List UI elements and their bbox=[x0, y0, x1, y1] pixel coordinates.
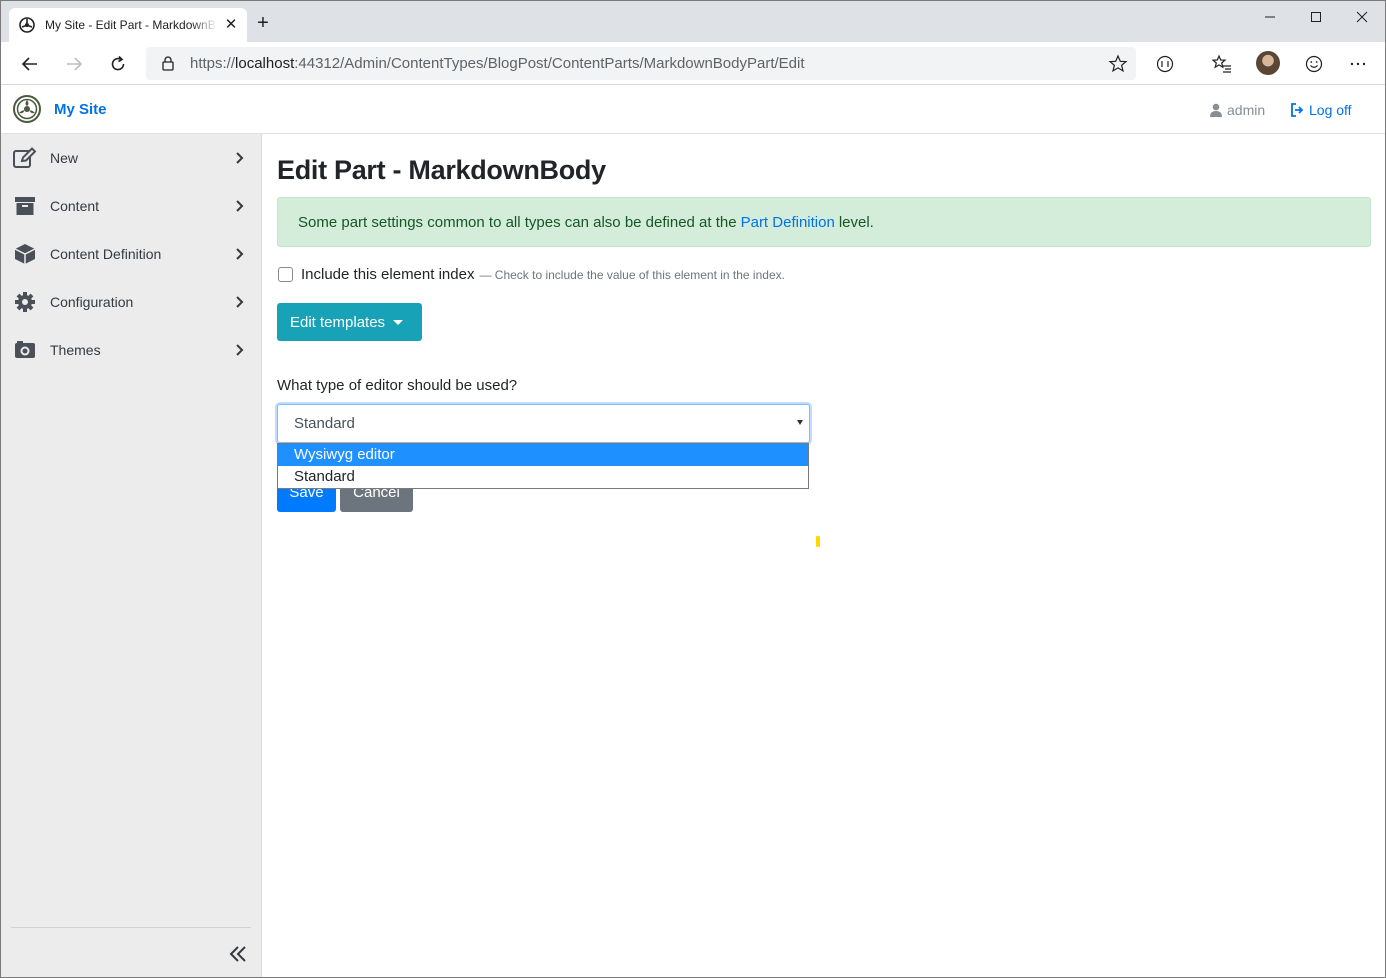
logoff-label: Log off bbox=[1309, 102, 1352, 118]
editor-type-options: Wysiwyg editor Standard bbox=[277, 443, 809, 489]
user-icon bbox=[1210, 103, 1222, 117]
reading-view-icon[interactable] bbox=[1153, 52, 1177, 76]
user-menu[interactable]: admin bbox=[1210, 102, 1265, 118]
tab-strip: My Site - Edit Part - MarkdownBody ✕ + bbox=[1, 1, 1385, 42]
close-window-icon[interactable] bbox=[1339, 1, 1385, 33]
mouse-cursor-indicator bbox=[816, 536, 820, 547]
part-definition-link[interactable]: Part Definition bbox=[741, 214, 835, 231]
window-controls bbox=[1247, 1, 1385, 33]
close-tab-icon[interactable]: ✕ bbox=[223, 17, 239, 33]
sidebar-item-label: Content bbox=[50, 198, 100, 214]
add-favorite-star-icon[interactable] bbox=[1108, 54, 1128, 74]
sidebar-item-label: Themes bbox=[50, 342, 101, 358]
sidebar-item-label: Content Definition bbox=[50, 246, 162, 262]
caret-down-icon bbox=[393, 319, 404, 325]
editor-type-select[interactable]: Standard bbox=[277, 404, 810, 443]
editor-option-standard[interactable]: Standard bbox=[278, 466, 808, 488]
forward-arrow-icon[interactable] bbox=[60, 50, 88, 78]
alert-text-suffix: level. bbox=[838, 213, 874, 231]
gear-icon bbox=[13, 290, 37, 314]
site-logo-icon[interactable] bbox=[13, 95, 41, 123]
admin-sidebar: New Content Content Definition Configura… bbox=[1, 134, 262, 977]
chevron-right-icon bbox=[234, 295, 246, 309]
alert-text-prefix: Some part settings common to all types c… bbox=[298, 213, 737, 231]
chevron-right-icon bbox=[234, 151, 246, 165]
include-index-checkbox[interactable] bbox=[278, 267, 293, 282]
sign-out-icon bbox=[1291, 103, 1304, 117]
user-name: admin bbox=[1227, 102, 1266, 118]
address-bar[interactable]: https://localhost:44312/Admin/ContentTyp… bbox=[146, 47, 1136, 80]
sidebar-item-label: Configuration bbox=[50, 294, 134, 310]
browser-window: My Site - Edit Part - MarkdownBody ✕ + h… bbox=[0, 0, 1386, 978]
cube-icon bbox=[13, 242, 37, 266]
orchard-logo-icon bbox=[19, 17, 35, 33]
chevron-right-icon bbox=[234, 343, 246, 357]
editor-type-selected-value: Standard bbox=[294, 415, 355, 432]
tab-title: My Site - Edit Part - MarkdownBody bbox=[45, 18, 217, 32]
more-options-icon[interactable] bbox=[1346, 52, 1370, 76]
logoff-link[interactable]: Log off bbox=[1290, 102, 1352, 118]
include-index-hint: — Check to include the value of this ele… bbox=[479, 267, 785, 282]
edit-templates-label: Edit templates bbox=[290, 313, 386, 331]
sidebar-divider bbox=[11, 927, 251, 928]
profile-avatar[interactable] bbox=[1256, 51, 1280, 75]
chevron-right-icon bbox=[234, 199, 246, 213]
app-navbar: My Site admin Log off bbox=[1, 85, 1385, 134]
chevron-right-icon bbox=[234, 247, 246, 261]
lock-icon[interactable] bbox=[160, 55, 176, 72]
edit-templates-button[interactable]: Edit templates bbox=[277, 303, 422, 341]
page-title: Edit Part - MarkdownBody bbox=[277, 155, 606, 185]
info-alert: Some part settings common to all types c… bbox=[277, 197, 1371, 247]
include-index-label[interactable]: Include this element index bbox=[301, 266, 474, 283]
maximize-icon[interactable] bbox=[1293, 1, 1339, 33]
favorites-icon[interactable] bbox=[1210, 52, 1234, 76]
feedback-smiley-icon[interactable] bbox=[1302, 52, 1326, 76]
sidebar-item-content[interactable]: Content bbox=[1, 182, 262, 230]
browser-toolbar: https://localhost:44312/Admin/ContentTyp… bbox=[1, 42, 1385, 85]
site-brand-name[interactable]: My Site bbox=[54, 101, 107, 118]
sidebar-item-themes[interactable]: Themes bbox=[1, 326, 262, 374]
archive-icon bbox=[13, 194, 37, 218]
sidebar-item-new[interactable]: New bbox=[1, 134, 262, 182]
new-tab-icon[interactable]: + bbox=[253, 13, 273, 33]
sidebar-item-content-definition[interactable]: Content Definition bbox=[1, 230, 262, 278]
back-arrow-icon[interactable] bbox=[16, 50, 44, 78]
edit-icon bbox=[13, 146, 37, 170]
minimize-icon[interactable] bbox=[1247, 1, 1293, 33]
sidebar-item-configuration[interactable]: Configuration bbox=[1, 278, 262, 326]
camera-icon bbox=[13, 338, 37, 362]
dropdown-arrow-icon bbox=[797, 420, 803, 425]
editor-option-wysiwyg[interactable]: Wysiwyg editor bbox=[278, 444, 808, 466]
url-text: https://localhost:44312/Admin/ContentTyp… bbox=[190, 55, 805, 72]
refresh-icon[interactable] bbox=[104, 50, 132, 78]
collapse-sidebar-icon[interactable] bbox=[227, 943, 249, 965]
editor-type-label: What type of editor should be used? bbox=[277, 377, 518, 394]
browser-tab[interactable]: My Site - Edit Part - MarkdownBody ✕ bbox=[9, 8, 247, 42]
sidebar-item-label: New bbox=[50, 150, 79, 166]
include-index-row: Include this element index — Check to in… bbox=[278, 266, 785, 283]
main-content: Edit Part - MarkdownBody Some part setti… bbox=[262, 134, 1385, 977]
